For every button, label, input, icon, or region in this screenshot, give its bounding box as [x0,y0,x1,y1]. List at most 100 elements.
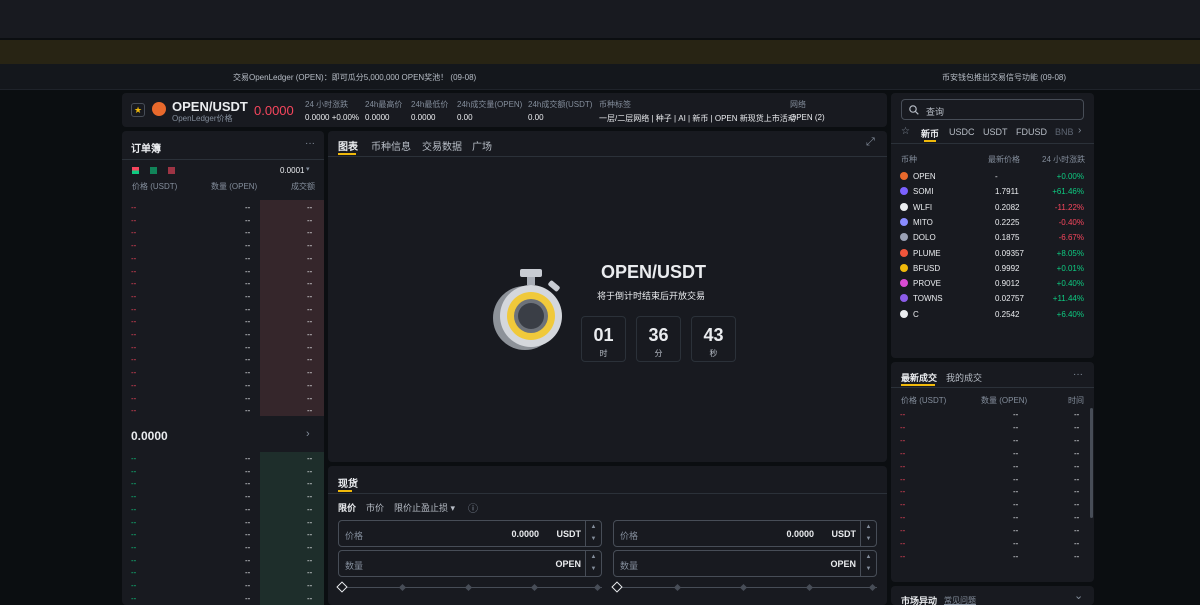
seconds-value: 43 [703,325,724,345]
favorites-star-icon[interactable]: ☆ [901,126,910,137]
ask-row[interactable]: -- -- -- [131,379,316,392]
bid-row[interactable]: -- -- -- [131,592,316,605]
sell-price-field[interactable]: 价格 0.0000 USDT ▲ ▼ [613,520,877,547]
tags-value[interactable]: 一层/二层网络 | 种子 | AI | 新币 | OPEN 新现货上市活动 [599,113,796,124]
sell-slider-handle[interactable] [611,581,623,593]
trade-qty: -- [1013,435,1019,445]
bid-row[interactable]: -- -- -- [131,490,316,503]
sell-amount-slider[interactable] [611,581,877,593]
stopwatch-icon [493,269,562,350]
ask-row[interactable]: -- -- -- [131,226,316,239]
ask-row[interactable]: -- -- -- [131,214,316,227]
market-row[interactable]: C 0.2542 +6.40% [900,307,1090,322]
symbol-subtitle[interactable]: OpenLedger价格 [172,113,232,124]
ask-row[interactable]: -- -- -- [131,239,316,252]
tab-coin-info[interactable]: 币种信息 [371,138,411,153]
trade-qty: -- [1013,513,1019,523]
info-icon[interactable]: ⓘ [468,500,478,515]
market-tabs-next-icon[interactable]: › [1078,125,1081,136]
bid-row[interactable]: -- -- -- [131,503,316,516]
market-tab-usdt[interactable]: USDT [983,127,1008,137]
market-row[interactable]: PROVE 0.9012 +0.40% [900,276,1090,291]
trades-more-icon[interactable]: ··· [1073,369,1083,380]
tab-chart[interactable]: 图表 [338,138,358,153]
book-asks-icon[interactable] [168,167,175,174]
network-value[interactable]: OPEN (2) [790,113,825,122]
ob-price: -- [131,466,137,476]
buy-price-field[interactable]: 价格 0.0000 USDT ▲ ▼ [338,520,602,547]
announcement-right[interactable]: 币安钱包推出交易信号功能 (09-08) [942,72,1066,83]
tab-my-trades[interactable]: 我的成交 [946,371,982,384]
chevron-down-icon[interactable]: ▾ [306,165,310,173]
tab-spot[interactable]: 现货 [338,475,358,490]
ask-row[interactable]: -- -- -- [131,290,316,303]
orderbook-more-icon[interactable]: ··· [305,138,315,149]
order-type-limit[interactable]: 限价 [338,501,356,514]
sell-price-stepper[interactable]: ▲ ▼ [860,521,876,546]
ask-row[interactable]: -- -- -- [131,404,316,417]
order-type-market[interactable]: 市价 [366,501,384,514]
ask-row[interactable]: -- -- -- [131,315,316,328]
bid-row[interactable]: -- -- -- [131,452,316,465]
favorite-star-icon[interactable]: ★ [131,103,145,117]
market-moves-title: 市场异动 [901,596,938,605]
ask-row[interactable]: -- -- -- [131,201,316,214]
market-row[interactable]: WLFI 0.2082 -11.22% [900,200,1090,215]
market-search-input[interactable]: 查询 [901,99,1084,120]
precision-select[interactable]: 0.0001 [280,166,304,175]
bid-row[interactable]: -- -- -- [131,516,316,529]
market-row[interactable]: PLUME 0.09357 +8.05% [900,246,1090,261]
tab-trade-data[interactable]: 交易数据 [422,138,462,153]
market-moves-faq-link[interactable]: 常见问题 [944,595,976,605]
ask-row[interactable]: -- -- -- [131,328,316,341]
market-row[interactable]: TOWNS 0.02757 +11.44% [900,291,1090,306]
order-type-stop-limit[interactable]: 限价止盈止损 ▾ [394,501,455,514]
bid-row[interactable]: -- -- -- [131,566,316,579]
market-tab-new[interactable]: 新币 [921,127,939,140]
market-row[interactable]: BFUSD 0.9992 +0.01% [900,261,1090,276]
trades-col-qty: 数量 (OPEN) [981,396,1028,405]
ask-row[interactable]: -- -- -- [131,392,316,405]
announcement-left[interactable]: 交易OpenLedger (OPEN)：即可瓜分5,000,000 OPEN奖池… [233,72,476,83]
bid-row[interactable]: -- -- -- [131,477,316,490]
market-row[interactable]: SOMI 1.7911 +61.46% [900,184,1090,199]
trade-time: -- [1074,474,1080,484]
ask-row[interactable]: -- -- -- [131,303,316,316]
ask-row[interactable]: -- -- -- [131,366,316,379]
tab-recent-trades[interactable]: 最新成交 [901,371,937,384]
buy-qty-field[interactable]: 数量 OPEN ▲ ▼ [338,550,602,577]
sell-qty-field[interactable]: 数量 OPEN ▲ ▼ [613,550,877,577]
hours-value: 01 [593,325,614,345]
expand-icon[interactable]: ⤢ [866,136,875,149]
book-both-icon[interactable] [132,167,139,174]
bid-row[interactable]: -- -- -- [131,554,316,567]
buy-price-stepper[interactable]: ▲ ▼ [585,521,601,546]
ask-row[interactable]: -- -- -- [131,353,316,366]
market-row[interactable]: DOLO 0.1875 -6.67% [900,230,1090,245]
mid-chevron-icon[interactable]: › [306,428,310,440]
ask-row[interactable]: -- -- -- [131,252,316,265]
tab-square[interactable]: 广场 [472,138,492,153]
ask-row[interactable]: -- -- -- [131,265,316,278]
ask-row[interactable]: -- -- -- [131,341,316,354]
buy-qty-stepper[interactable]: ▲ ▼ [585,551,601,576]
mid-price[interactable]: 0.0000 [131,429,168,443]
market-tab-usdc[interactable]: USDC [949,127,975,137]
buy-slider-handle[interactable] [336,581,348,593]
bid-row[interactable]: -- -- -- [131,465,316,478]
trades-scrollbar[interactable] [1090,408,1093,518]
market-price: 0.2082 [995,202,1020,212]
market-tab-bnb[interactable]: BNB [1055,127,1074,137]
spot-divider [328,493,887,494]
market-tab-fdusd[interactable]: FDUSD [1016,127,1047,137]
market-row[interactable]: OPEN - +0.00% [900,169,1090,184]
buy-amount-slider[interactable] [336,581,602,593]
market-row[interactable]: MITO 0.2225 -0.40% [900,215,1090,230]
bid-row[interactable]: -- -- -- [131,541,316,554]
market-moves-chevron-icon[interactable]: ⌄ [1074,589,1083,602]
ask-row[interactable]: -- -- -- [131,277,316,290]
sell-qty-stepper[interactable]: ▲ ▼ [860,551,876,576]
bid-row[interactable]: -- -- -- [131,579,316,592]
book-bids-icon[interactable] [150,167,157,174]
bid-row[interactable]: -- -- -- [131,528,316,541]
